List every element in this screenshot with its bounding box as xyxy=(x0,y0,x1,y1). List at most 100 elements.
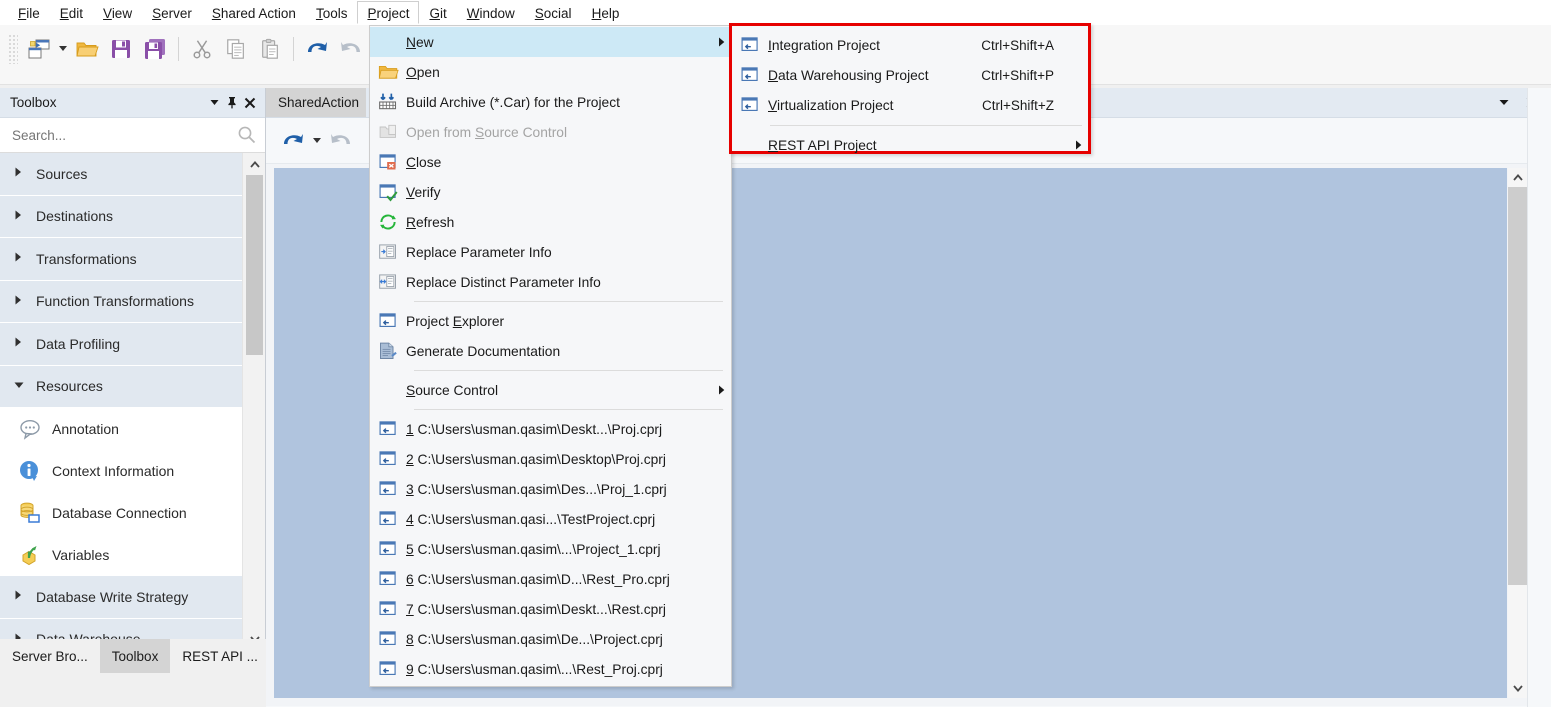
doc-undo-dropdown-arrow[interactable] xyxy=(310,124,324,158)
menu-item-shortcut: Ctrl+Shift+A xyxy=(981,37,1054,53)
toolbox-search[interactable] xyxy=(0,118,265,153)
recent-project-item[interactable]: 6 C:\Users\usman.qasim\D...\Rest_Pro.cpr… xyxy=(370,564,731,594)
dock-tab-toolbox[interactable]: Toolbox xyxy=(99,639,171,673)
menu-item[interactable]: Data Warehousing Project Ctrl+Shift+P xyxy=(732,60,1088,90)
project-icon xyxy=(370,659,406,679)
menu-item-label: Data Warehousing Project xyxy=(768,67,929,83)
menu-edit[interactable]: Edit xyxy=(50,1,93,24)
menu-git[interactable]: Git xyxy=(419,1,456,24)
menu-project-label: Project xyxy=(367,6,410,21)
menu-item[interactable]: Virtualization Project Ctrl+Shift+Z xyxy=(732,90,1088,120)
new-project-dropdown-arrow[interactable] xyxy=(56,32,70,66)
recent-project-item[interactable]: 3 C:\Users\usman.qasim\Des...\Proj_1.cpr… xyxy=(370,474,731,504)
recent-project-index: 5 xyxy=(406,541,414,557)
project-icon xyxy=(370,479,406,499)
menu-item[interactable]: Replace Distinct Parameter Info xyxy=(370,267,731,297)
menu-social-label: Social xyxy=(534,6,572,21)
menu-item[interactable]: Source Control xyxy=(370,375,731,405)
recent-project-item[interactable]: 5 C:\Users\usman.qasim\...\Project_1.cpr… xyxy=(370,534,731,564)
menu-file[interactable]: File xyxy=(8,1,50,24)
save-button[interactable] xyxy=(104,32,138,66)
recent-project-item[interactable]: 2 C:\Users\usman.qasim\Desktop\Proj.cprj xyxy=(370,444,731,474)
cut-button[interactable] xyxy=(185,32,219,66)
recent-project-item[interactable]: 4 C:\Users\usman.qasi...\TestProject.cpr… xyxy=(370,504,731,534)
menu-item[interactable]: New xyxy=(370,27,731,57)
menu-item[interactable]: Build Archive (*.Car) for the Project xyxy=(370,87,731,117)
toolbox-item[interactable]: Variables xyxy=(0,534,243,576)
toolbox-item[interactable]: Annotation xyxy=(0,408,243,450)
menu-item[interactable]: Generate Documentation xyxy=(370,336,731,366)
search-icon[interactable] xyxy=(237,125,257,145)
recent-project-item[interactable]: 9 C:\Users\usman.qasim\...\Rest_Proj.cpr… xyxy=(370,654,731,684)
menu-tools[interactable]: Tools xyxy=(306,1,358,24)
canvas-scroll-thumb[interactable] xyxy=(1508,187,1527,585)
canvas-scroll-down-icon[interactable] xyxy=(1508,679,1527,698)
menu-item[interactable]: Refresh xyxy=(370,207,731,237)
chevron-right-icon[interactable] xyxy=(14,590,36,603)
paste-button[interactable] xyxy=(253,32,287,66)
menu-window[interactable]: Window xyxy=(457,1,525,24)
menu-item[interactable]: Verify xyxy=(370,177,731,207)
toolbox-category[interactable]: Transformations xyxy=(0,238,243,281)
toolbox-category[interactable]: Destinations xyxy=(0,195,243,238)
recent-project-item[interactable]: 1 C:\Users\usman.qasim\Deskt...\Proj.cpr… xyxy=(370,414,731,444)
toolbox-category[interactable]: Database Write Strategy xyxy=(0,576,243,619)
menu-git-label: Git xyxy=(429,6,447,21)
menu-item[interactable]: Replace Parameter Info xyxy=(370,237,731,267)
menu-view[interactable]: View xyxy=(93,1,142,24)
chevron-right-icon[interactable] xyxy=(14,337,36,350)
project-icon xyxy=(378,311,398,331)
menu-social[interactable]: Social xyxy=(525,1,582,24)
menu-server[interactable]: Server xyxy=(142,1,202,24)
toolbox-category-label: Destinations xyxy=(36,208,114,225)
toolbox-category[interactable]: Function Transformations xyxy=(0,280,243,323)
dock-tab-server-browser[interactable]: Server Bro... xyxy=(0,639,100,673)
chevron-down-icon[interactable] xyxy=(14,381,36,392)
menu-project[interactable]: Project xyxy=(357,1,420,24)
toolbox-category[interactable]: Data Profiling xyxy=(0,323,243,366)
doc-redo-button[interactable] xyxy=(324,124,358,158)
canvas-scrollbar[interactable] xyxy=(1508,168,1527,698)
chevron-right-icon[interactable] xyxy=(14,210,36,223)
menu-item-shortcut: Ctrl+Shift+Z xyxy=(981,97,1054,113)
toolbar-grip[interactable] xyxy=(8,34,18,64)
menu-shared-action[interactable]: Shared Action xyxy=(202,1,306,24)
copy-button[interactable] xyxy=(219,32,253,66)
pin-icon[interactable] xyxy=(223,94,241,112)
document-list-button[interactable] xyxy=(1495,94,1513,112)
chevron-right-icon[interactable] xyxy=(14,295,36,308)
undo-button[interactable] xyxy=(300,32,334,66)
chevron-right-icon[interactable] xyxy=(14,167,36,180)
save-all-button[interactable] xyxy=(138,32,172,66)
recent-project-index: 1 xyxy=(406,421,414,437)
canvas-scroll-up-icon[interactable] xyxy=(1508,168,1527,187)
toolbox-scrollbar[interactable] xyxy=(242,153,265,650)
toolbar-separator xyxy=(178,37,179,61)
dock-tab-rest-api[interactable]: REST API ... xyxy=(170,639,270,673)
close-icon[interactable] xyxy=(241,94,259,112)
toolbox-item[interactable]: Context Information xyxy=(0,450,243,492)
panel-menu-button[interactable] xyxy=(205,94,223,112)
new-project-button[interactable] xyxy=(22,32,56,66)
redo-button[interactable] xyxy=(334,32,368,66)
recent-project-item[interactable]: 7 C:\Users\usman.qasim\Deskt...\Rest.cpr… xyxy=(370,594,731,624)
doc-undo-button[interactable] xyxy=(276,124,310,158)
toolbox-category[interactable]: Resources xyxy=(0,365,243,408)
project-icon xyxy=(740,35,760,55)
open-button[interactable] xyxy=(70,32,104,66)
menu-item[interactable]: Integration Project Ctrl+Shift+A xyxy=(732,30,1088,60)
recent-project-item[interactable]: 8 C:\Users\usman.qasim\De...\Project.cpr… xyxy=(370,624,731,654)
chevron-right-icon[interactable] xyxy=(14,252,36,265)
menu-item[interactable]: Project Explorer xyxy=(370,306,731,336)
toolbox-item[interactable]: Database Connection xyxy=(0,492,243,534)
recent-project-index: 3 xyxy=(406,481,414,497)
scroll-up-arrow-icon[interactable] xyxy=(243,153,265,175)
menu-item[interactable]: Close xyxy=(370,147,731,177)
document-tab[interactable]: SharedAction xyxy=(266,88,366,117)
menu-help[interactable]: Help xyxy=(582,1,630,24)
search-input[interactable] xyxy=(10,126,237,144)
toolbox-scroll-thumb[interactable] xyxy=(246,175,263,355)
toolbox-category[interactable]: Sources xyxy=(0,153,243,196)
menu-item[interactable]: REST API Project xyxy=(732,130,1088,160)
menu-item[interactable]: Open xyxy=(370,57,731,87)
